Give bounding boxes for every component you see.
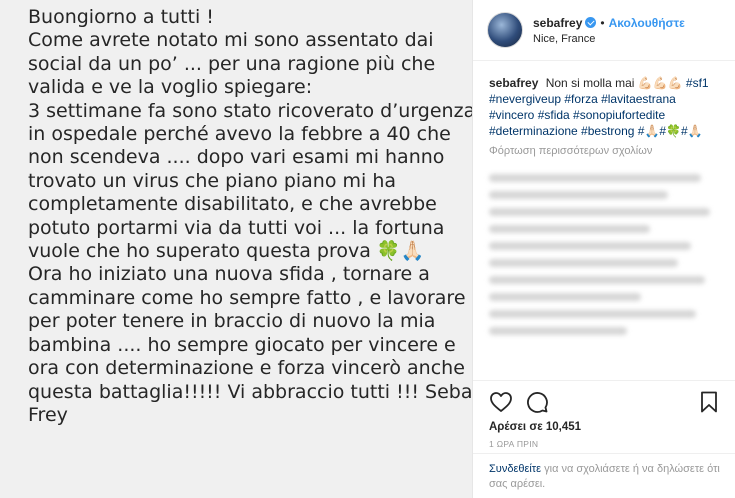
login-prompt: Συνδεθείτε για να σχολιάσετε ή να δηλώσε… [473,453,735,492]
bookmark-icon[interactable] [697,390,721,414]
post-image-text: Buongiorno a tutti ! Come avrete notato … [28,6,472,427]
blurred-comment [489,310,696,318]
post-text-line: completamente disabilitato, e che avrebb… [28,193,437,216]
post-text-line: questa battaglia!!!!! Vi abbraccio tutti… [28,380,472,403]
blurred-comment [489,174,701,182]
post-sidebar: sebafrey • Ακολουθήστε Nice, France seba… [472,0,735,498]
blurred-comment [489,225,650,233]
post-text-line: 3 settimane fa sono stato ricoverato d’u… [28,99,472,122]
post-text-line: bambina .... ho sempre giocato per vince… [28,333,456,356]
heart-icon[interactable] [489,390,513,414]
follow-button[interactable]: Ακολουθήστε [609,16,685,30]
caption-username[interactable]: sebafrey [489,76,538,90]
post-text-line: Come avrete notato mi sono assentato dai [28,29,434,52]
blurred-comments [473,157,735,335]
avatar[interactable] [487,12,523,48]
header-top-row: sebafrey • Ακολουθήστε [533,16,685,30]
blurred-comment [489,327,627,335]
location-link[interactable]: Nice, France [533,33,685,45]
caption-text: Non si molla mai 💪🏻💪🏻💪🏻 [545,76,683,90]
post-text-line: social da un po’ ... per una ragione più… [28,52,436,75]
post-image: Buongiorno a tutti ! Come avrete notato … [0,0,472,498]
post-timestamp[interactable]: 1 ΩΡΑ ΠΡΙΝ [489,439,721,449]
post-text-line: Frey [28,403,68,426]
separator-dot: • [600,15,605,30]
likes-count[interactable]: Αρέσει σε 10,451 [489,421,721,433]
post-caption: sebafrey Non si molla mai 💪🏻💪🏻💪🏻 #sf1 #n… [473,61,735,139]
action-icons [489,389,721,415]
login-link[interactable]: Συνδεθείτε [489,463,541,475]
verified-badge-icon [585,17,597,28]
post-text-line: valida e ve la voglio spiegare: [28,76,313,99]
blurred-comment [489,242,692,250]
instagram-post: Buongiorno a tutti ! Come avrete notato … [0,0,735,498]
post-text-line: Ora ho iniziato una nuova sfida , tornar… [28,263,430,286]
header-username[interactable]: sebafrey [533,16,582,30]
load-more-comments-button[interactable]: Φόρτωση περισσότερων σχολίων [473,139,735,157]
post-text-line: non scendeva .... dopo vari esami mi han… [28,146,445,169]
post-text-line: camminare come ho sempre fatto , e lavor… [28,286,466,309]
post-header: sebafrey • Ακολουθήστε Nice, France [473,0,735,61]
blurred-comment [489,191,669,199]
post-text-line: Buongiorno a tutti ! [28,6,214,28]
blurred-comment [489,259,678,267]
post-text-line: ora con determinazione e forza vincerò a… [28,357,465,380]
comment-icon[interactable] [525,390,549,414]
post-text-line: in ospedale perché avevo la febbre a 40 … [28,123,451,146]
header-info: sebafrey • Ακολουθήστε Nice, France [533,16,685,45]
post-text-line: trovato un virus che piano piano mi ha [28,169,397,192]
blurred-comment [489,276,706,284]
blurred-comment [489,208,710,216]
post-text-line: potuto portarmi via da tutti voi ... la … [28,216,445,239]
blurred-comment [489,293,641,301]
post-actions: Αρέσει σε 10,451 1 ΩΡΑ ΠΡΙΝ [473,380,735,449]
post-text-line: vuole che ho superato questa prova 🍀🙏🏻 [28,240,425,263]
post-text-line: per poter tenere in braccio di nuovo la … [28,310,436,333]
